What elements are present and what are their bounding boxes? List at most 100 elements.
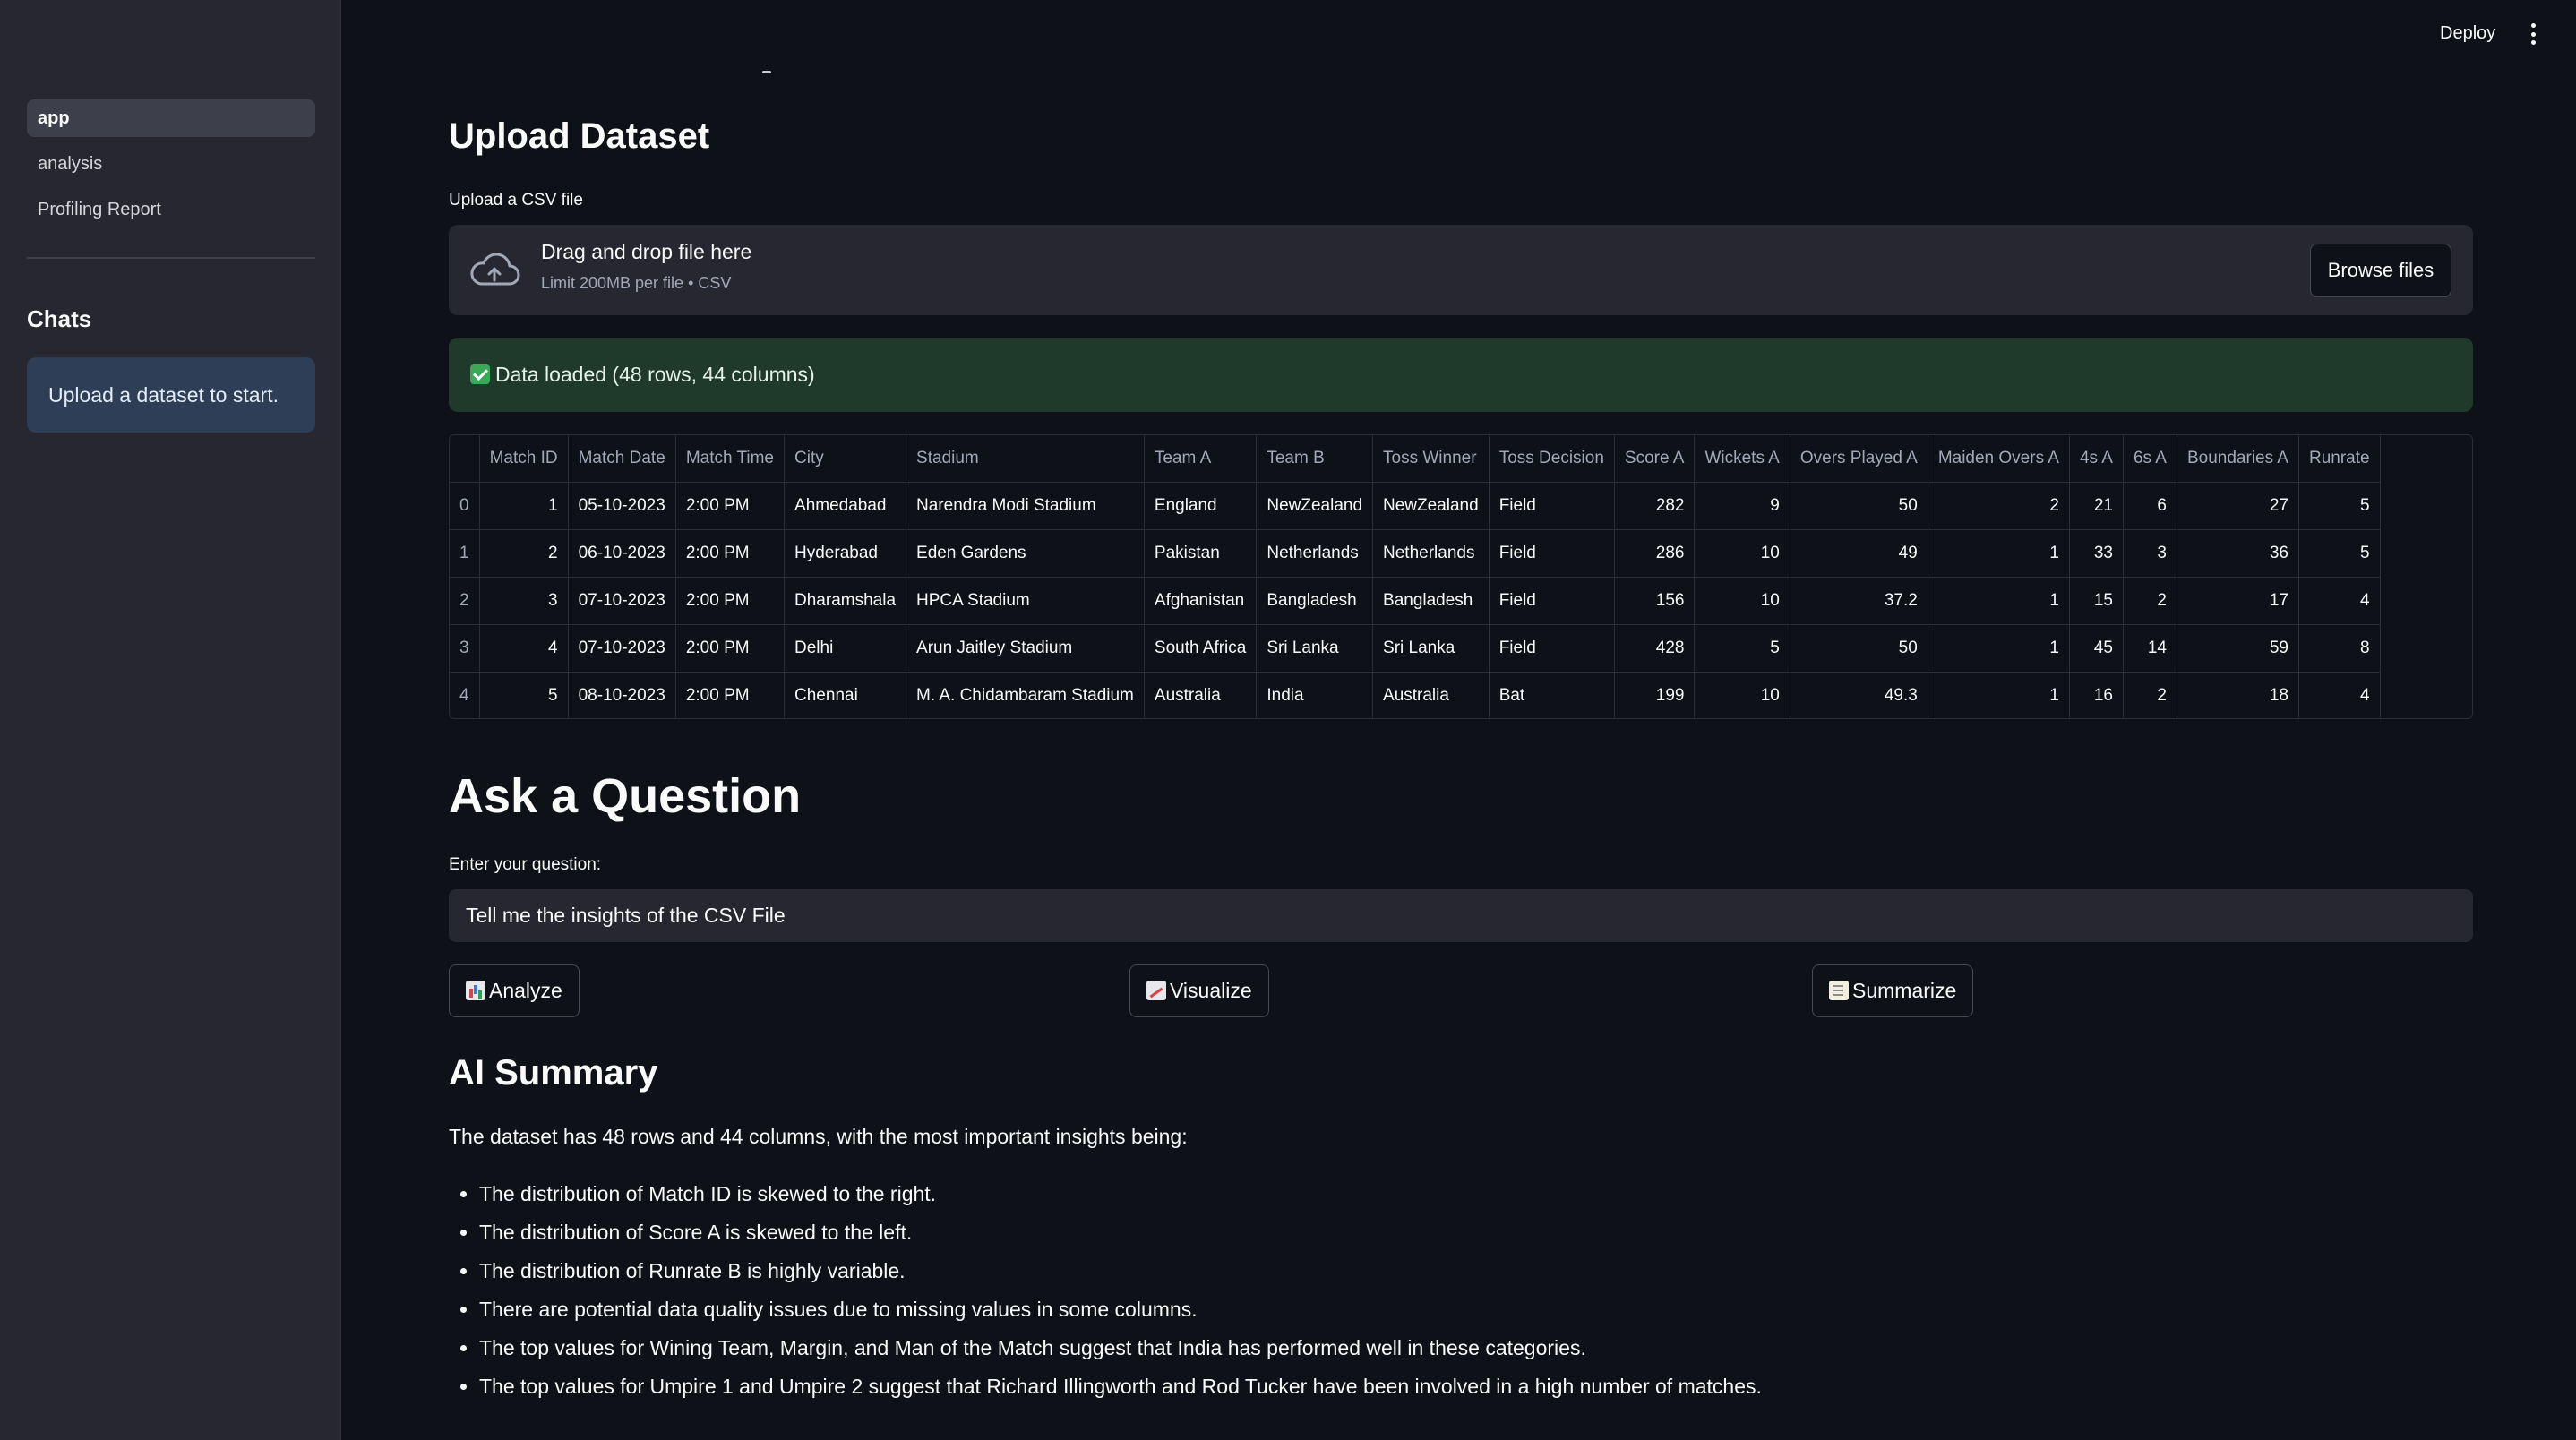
table-row[interactable]: 3 4 07-10-2023 2:00 PM Delhi Arun Jaitley Sta… [450, 624, 2381, 673]
table-cell[interactable]: 1 [1928, 672, 2070, 718]
sidebar-item-analysis[interactable]: analysis [27, 145, 315, 183]
table-cell[interactable]: 2:00 PM [675, 672, 786, 718]
table-cell[interactable]: 9 [1694, 482, 1790, 530]
table-cell[interactable]: 06-10-2023 [568, 529, 676, 578]
table-row[interactable]: 4 5 08-10-2023 2:00 PM Chennai M. A. Chidamba… [450, 672, 2381, 718]
table-cell[interactable]: 4 [2298, 672, 2381, 718]
table-cell[interactable]: 18 [2177, 672, 2299, 718]
table-cell[interactable]: Arun Jaitley Stadium [906, 624, 1145, 673]
table-cell[interactable]: 45 [2069, 624, 2124, 673]
table-cell[interactable]: Field [1489, 529, 1615, 578]
table-cell[interactable]: England [1144, 482, 1258, 530]
table-cell[interactable]: 36 [2177, 529, 2299, 578]
table-cell[interactable]: 6 [2123, 482, 2177, 530]
table-cell[interactable]: 1 [479, 482, 569, 530]
table-cell[interactable]: Sri Lanka [1372, 624, 1490, 673]
table-cell[interactable]: 3 [479, 577, 569, 625]
table-cell[interactable]: Eden Gardens [906, 529, 1145, 578]
table-header-cell[interactable]: Toss Decision [1489, 435, 1615, 483]
analyze-button[interactable]: Analyze [449, 964, 580, 1017]
table-header-cell[interactable]: 4s A [2069, 435, 2124, 483]
table-cell[interactable]: 2 [1928, 482, 2070, 530]
table-cell[interactable]: 1 [1928, 577, 2070, 625]
table-cell[interactable]: 05-10-2023 [568, 482, 676, 530]
table-cell[interactable]: Afghanistan [1144, 577, 1258, 625]
table-cell[interactable]: South Africa [1144, 624, 1258, 673]
table-cell[interactable]: 5 [1694, 624, 1790, 673]
table-header-cell[interactable]: Match ID [479, 435, 569, 483]
table-cell[interactable]: 5 [2298, 529, 2381, 578]
table-cell[interactable]: 14 [2123, 624, 2177, 673]
browse-files-button[interactable]: Browse files [2310, 244, 2451, 297]
table-cell[interactable]: 282 [1614, 482, 1696, 530]
row-index[interactable]: 0 [450, 482, 480, 530]
table-header-cell[interactable]: Score A [1614, 435, 1696, 483]
table-header-cell[interactable]: Overs Played A [1790, 435, 1928, 483]
table-cell[interactable]: 199 [1614, 672, 1696, 718]
table-cell[interactable]: NewZealand [1372, 482, 1490, 530]
row-index[interactable]: 1 [450, 529, 480, 578]
table-cell[interactable]: Pakistan [1144, 529, 1258, 578]
table-header-cell[interactable]: Boundaries A [2177, 435, 2299, 483]
table-cell[interactable]: 08-10-2023 [568, 672, 676, 718]
more-menu-icon[interactable] [2528, 23, 2538, 45]
table-header-cell[interactable]: Team B [1256, 435, 1374, 483]
table-cell[interactable]: 10 [1694, 529, 1790, 578]
table-cell[interactable]: 16 [2069, 672, 2124, 718]
table-cell[interactable]: Dharamshala [784, 577, 907, 625]
table-cell[interactable]: 15 [2069, 577, 2124, 625]
table-cell[interactable]: 50 [1790, 624, 1928, 673]
table-cell[interactable]: Netherlands [1256, 529, 1374, 578]
table-cell[interactable]: Chennai [784, 672, 907, 718]
table-header-cell[interactable]: Maiden Overs A [1928, 435, 2070, 483]
table-cell[interactable]: 2:00 PM [675, 577, 786, 625]
table-cell[interactable]: 2 [2123, 577, 2177, 625]
table-cell[interactable]: 286 [1614, 529, 1696, 578]
table-row[interactable]: 2 3 07-10-2023 2:00 PM Dharamshala HPCA Stadi… [450, 577, 2381, 625]
row-index[interactable]: 3 [450, 624, 480, 673]
table-header-cell[interactable]: Wickets A [1694, 435, 1790, 483]
table-cell[interactable]: 27 [2177, 482, 2299, 530]
table-cell[interactable]: 50 [1790, 482, 1928, 530]
row-index[interactable]: 4 [450, 672, 480, 718]
table-cell[interactable]: 49 [1790, 529, 1928, 578]
table-cell[interactable]: 156 [1614, 577, 1696, 625]
table-cell[interactable]: 1 [1928, 529, 2070, 578]
visualize-button[interactable]: Visualize [1129, 964, 1269, 1017]
table-cell[interactable]: 4 [2298, 577, 2381, 625]
table-row[interactable]: 1 2 06-10-2023 2:00 PM Hyderabad Eden Gardens… [450, 529, 2381, 578]
table-cell[interactable]: 10 [1694, 577, 1790, 625]
table-row[interactable]: 0 1 05-10-2023 2:00 PM Ahmedabad Narendra Mod… [450, 482, 2381, 530]
table-cell[interactable]: 2 [2123, 672, 2177, 718]
table-cell[interactable]: Australia [1144, 672, 1258, 718]
table-cell[interactable]: 8 [2298, 624, 2381, 673]
table-cell[interactable]: 59 [2177, 624, 2299, 673]
table-cell[interactable]: Australia [1372, 672, 1490, 718]
table-cell[interactable]: 2:00 PM [675, 482, 786, 530]
table-cell[interactable]: 49.3 [1790, 672, 1928, 718]
table-cell[interactable]: Field [1489, 482, 1615, 530]
table-cell[interactable]: Hyderabad [784, 529, 907, 578]
table-cell[interactable]: 1 [1928, 624, 2070, 673]
file-dropzone[interactable]: Drag and drop file here Limit 200MB per … [449, 225, 2473, 315]
table-cell[interactable]: Sri Lanka [1256, 624, 1374, 673]
table-cell[interactable]: 21 [2069, 482, 2124, 530]
table-header-cell[interactable]: Runrate [2298, 435, 2381, 483]
table-cell[interactable]: 3 [2123, 529, 2177, 578]
table-cell[interactable]: 37.2 [1790, 577, 1928, 625]
table-cell[interactable]: 4 [479, 624, 569, 673]
table-cell[interactable]: 2 [479, 529, 569, 578]
table-cell[interactable]: M. A. Chidambaram Stadium [906, 672, 1145, 718]
summarize-button[interactable]: Summarize [1812, 964, 1974, 1017]
data-table[interactable]: Match ID Match Date Match Time City Stadium T… [449, 434, 2473, 719]
table-cell[interactable]: HPCA Stadium [906, 577, 1145, 625]
table-cell[interactable]: 5 [479, 672, 569, 718]
table-cell[interactable]: Ahmedabad [784, 482, 907, 530]
table-cell[interactable]: Field [1489, 624, 1615, 673]
table-cell[interactable]: Narendra Modi Stadium [906, 482, 1145, 530]
table-header-cell[interactable]: Team A [1144, 435, 1258, 483]
table-header-cell[interactable]: Match Date [568, 435, 676, 483]
table-header-cell[interactable]: 6s A [2123, 435, 2177, 483]
row-index[interactable]: 2 [450, 577, 480, 625]
table-cell[interactable]: 07-10-2023 [568, 577, 676, 625]
